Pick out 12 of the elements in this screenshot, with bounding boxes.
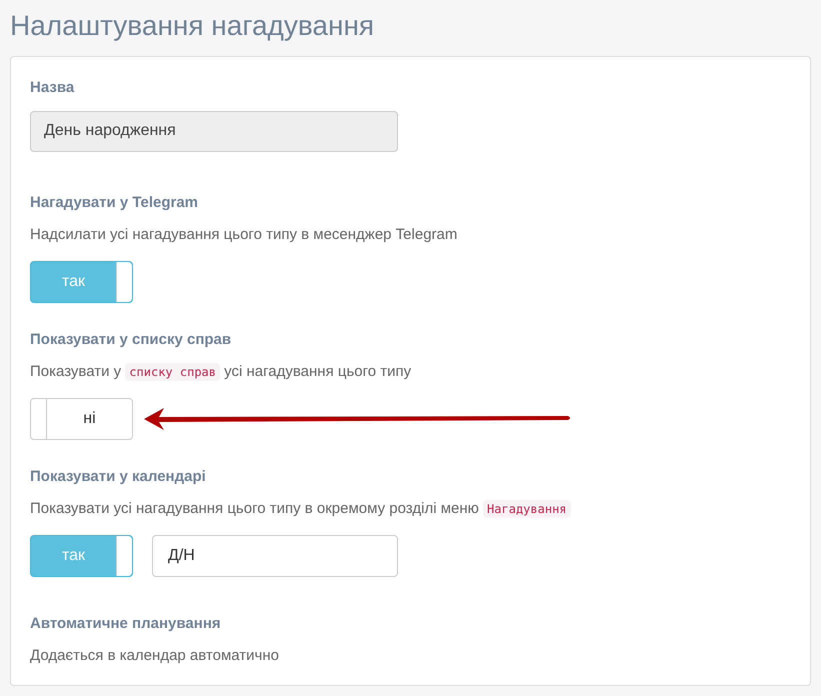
text-field[interactable]: Д/Н [152,534,398,576]
toggle-switch[interactable]: ні [30,398,133,440]
section-label: Автоматичне планування [30,614,222,634]
section-label: Показувати у календарі [30,466,207,486]
field-label: Назва [30,78,76,98]
section-description: Надсилати усі нагадування цього типу в месенджер Telegram [30,225,458,245]
section-label: Нагадувати у Telegram [30,192,200,212]
page-title: Налаштування нагадування [10,9,376,43]
section-description: Показувати усі нагадування цього типу в окремому розділі меню Нагадування [30,498,791,520]
section-label: Показувати у списку справ [30,330,232,350]
section-description: Показувати у списку справ усі нагадування цього типу [30,362,412,383]
section-description: Додається в календар автоматично [30,646,280,666]
